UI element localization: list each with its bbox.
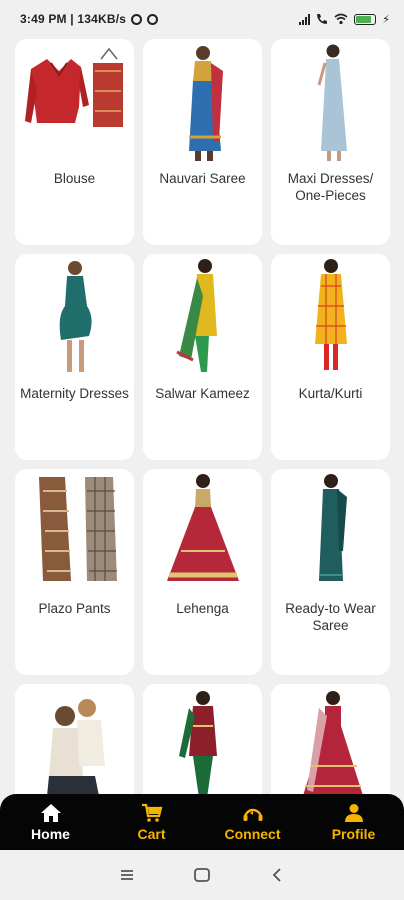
category-label: Salwar Kameez	[155, 386, 250, 401]
nav-connect-label: Connect	[224, 825, 281, 842]
blouse-image	[15, 39, 134, 164]
category-label: Ready-to Wear Saree	[285, 601, 376, 633]
category-card-plazo-pants[interactable]: Plazo Pants	[15, 469, 134, 675]
category-card-salwar-kameez[interactable]: Salwar Kameez	[143, 254, 262, 460]
status-left: 3:49 PM | 134KB/s	[20, 12, 159, 26]
category-card-maxi-dresses[interactable]: Maxi Dresses/ One-Pieces	[271, 39, 390, 245]
bottom-navigation: Home Cart Connect Profile	[0, 794, 404, 850]
ready-saree-image	[271, 469, 390, 594]
home-icon	[40, 803, 61, 822]
sync-icon	[131, 13, 143, 25]
category-card-bridal-lehenga[interactable]	[271, 684, 390, 794]
lehenga-image	[143, 469, 262, 594]
nav-profile-label: Profile	[331, 825, 376, 842]
nav-cart-label: Cart	[137, 825, 166, 842]
status-time: 3:49 PM | 134KB/s	[20, 12, 127, 26]
category-label: Maxi Dresses/ One-Pieces	[287, 171, 374, 203]
category-card-girls-suit[interactable]	[143, 684, 262, 794]
nav-home-label: Home	[31, 825, 70, 842]
category-card-ready-saree[interactable]: Ready-to Wear Saree	[271, 469, 390, 675]
category-label: Lehenga	[176, 601, 229, 616]
nav-profile[interactable]: Profile	[309, 794, 399, 850]
category-card-kurta[interactable]: Kurta/Kurti	[271, 254, 390, 460]
back-icon[interactable]	[262, 860, 292, 890]
nav-home[interactable]: Home	[6, 794, 96, 850]
category-grid: Blouse Nauvari Saree Maxi Dresses/ One-P…	[15, 38, 391, 794]
nauvari-saree-image	[143, 39, 262, 164]
kids-wear-image	[15, 684, 134, 794]
system-navigation	[0, 850, 404, 900]
girls-suit-image	[143, 684, 262, 794]
profile-icon	[344, 803, 363, 822]
category-card-maternity-dresses[interactable]: Maternity Dresses	[15, 254, 134, 460]
status-right: ⚡	[299, 13, 390, 26]
battery-icon	[354, 13, 377, 25]
category-card-kids-wear[interactable]	[15, 684, 134, 794]
category-label: Blouse	[53, 171, 96, 186]
category-card-lehenga[interactable]: Lehenga	[143, 469, 262, 675]
category-label: Maternity Dresses	[20, 386, 129, 401]
maxi-dress-image	[271, 39, 390, 164]
home-square-icon[interactable]	[187, 860, 217, 890]
cart-icon	[141, 803, 162, 822]
maternity-dress-image	[15, 254, 134, 379]
bridal-lehenga-image	[271, 684, 390, 794]
data-saver-icon	[147, 13, 159, 25]
nav-connect[interactable]: Connect	[208, 794, 298, 850]
call-icon	[317, 14, 328, 24]
category-card-nauvari-saree[interactable]: Nauvari Saree	[143, 39, 262, 245]
status-bar: 3:49 PM | 134KB/s ⚡	[0, 0, 404, 38]
salwar-kameez-image	[143, 254, 262, 379]
signal-icon	[299, 13, 311, 25]
category-label: Nauvari Saree	[159, 171, 246, 186]
connect-icon	[243, 808, 262, 821]
category-card-blouse[interactable]: Blouse	[15, 39, 134, 245]
kurta-image	[271, 254, 390, 379]
nav-cart[interactable]: Cart	[107, 794, 197, 850]
category-label: Kurta/Kurti	[298, 386, 363, 401]
plazo-pants-image	[15, 469, 134, 594]
category-label: Plazo Pants	[38, 601, 111, 616]
charging-icon: ⚡	[382, 13, 390, 26]
wifi-icon	[334, 13, 348, 25]
menu-icon[interactable]	[112, 860, 142, 890]
